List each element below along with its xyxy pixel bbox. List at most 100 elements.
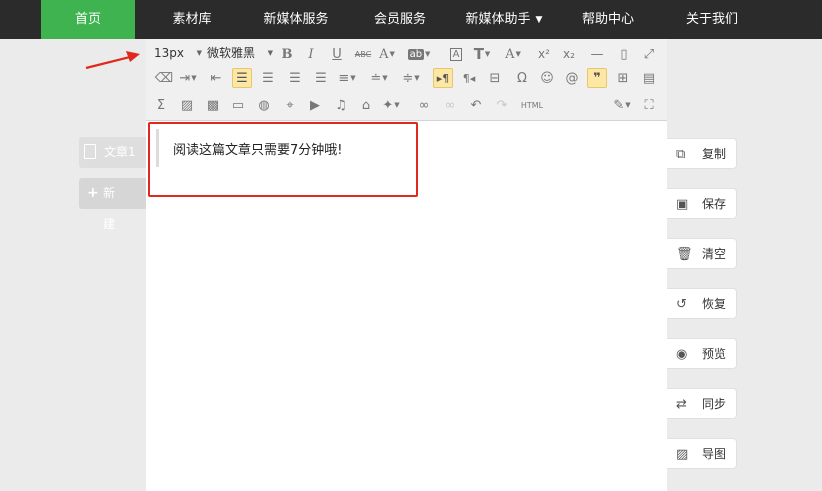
chevron-down-icon: ▼ [382, 74, 388, 82]
restore-button[interactable]: ↺ 恢复 [667, 288, 737, 319]
rtl-direction-icon[interactable]: ¶◂ [459, 68, 479, 88]
magic-wand-icon[interactable]: ✦ ▼ [381, 95, 401, 115]
eraser-icon[interactable]: ⌫ [154, 68, 174, 88]
font-size-value: 13px [154, 46, 184, 60]
chevron-down-icon: ▼ [515, 50, 521, 58]
paragraph-spacing-bottom-icon[interactable]: ≑ ▼ [401, 68, 421, 88]
preview-label: 预览 [702, 347, 727, 361]
italic-button[interactable]: I [301, 44, 321, 64]
document-icon [84, 144, 96, 159]
new-document-button[interactable]: + 新 建 [79, 178, 147, 231]
palette-icon[interactable]: ◍ [254, 95, 274, 115]
chevron-down-icon: ▼ [414, 74, 420, 82]
blockquote-icon[interactable]: ❞ [587, 68, 607, 88]
underline-button[interactable]: U [327, 44, 347, 64]
format-brush-icon[interactable]: ⌂ [356, 95, 376, 115]
nav-item-help[interactable]: 帮助中心 [572, 0, 644, 39]
nav-item-assistant[interactable]: 新媒体助手 ▼ [456, 0, 552, 39]
ltr-direction-icon[interactable]: ▸¶ [433, 68, 453, 88]
font-size-select[interactable]: 13px ▼ [154, 43, 202, 63]
font-family-select[interactable]: 微软雅黑 ▼ [207, 43, 273, 63]
sigma-icon[interactable]: Σ [151, 95, 171, 115]
export-image-label: 导图 [702, 447, 727, 461]
image-icon[interactable]: ▨ [177, 95, 197, 115]
indent-icon[interactable]: ⇥ ▼ [178, 68, 198, 88]
font-family-value: 微软雅黑 [207, 46, 256, 60]
letter-spacing-button[interactable]: A ▼ [503, 44, 523, 64]
highlight-annotation-box [148, 122, 418, 197]
save-button[interactable]: ▣ 保存 [667, 188, 737, 219]
word-import-icon[interactable]: ▤ [639, 68, 659, 88]
html-source-label: HTML [520, 100, 544, 110]
table-icon[interactable]: ⊞ [613, 68, 633, 88]
nav-item-membership[interactable]: 会员服务 [362, 0, 438, 39]
font-color-button[interactable]: A ▼ [377, 44, 397, 64]
text-style-button[interactable]: T ▼ [472, 44, 492, 64]
save-icon: ▣ [676, 197, 689, 212]
annotation-arrow-icon [85, 51, 140, 70]
copy-button[interactable]: ⧉ 复制 [667, 138, 737, 169]
superscript-button[interactable]: x² [534, 44, 554, 64]
omega-icon[interactable]: Ω [512, 68, 532, 88]
align-center-icon[interactable]: ☰ [258, 68, 278, 88]
edit-mode-icon[interactable]: ✎ ▼ [612, 95, 632, 115]
bold-button[interactable]: B [277, 44, 297, 64]
chevron-down-icon: ▼ [394, 101, 400, 109]
text-style-glyph: T [473, 45, 484, 63]
restore-label: 恢复 [702, 297, 727, 311]
document-tab-label: 文章1 [104, 145, 136, 159]
screenshot-icon[interactable]: ▭ [228, 95, 248, 115]
clear-button[interactable]: 🗑 清空 [667, 238, 737, 269]
font-border-button[interactable]: A [446, 44, 466, 64]
link-icon[interactable]: ∞ [414, 95, 434, 115]
fullscreen-icon[interactable]: ⤢ [639, 44, 659, 64]
align-left-icon[interactable]: ☰ [232, 68, 252, 88]
at-icon[interactable]: @ [562, 68, 582, 88]
sync-icon: ⇄ [676, 397, 687, 412]
nav-item-media-service[interactable]: 新媒体服务 [250, 0, 342, 39]
multi-image-icon[interactable]: ▩ [203, 95, 223, 115]
align-justify-icon[interactable]: ☰ [311, 68, 331, 88]
chevron-down-icon: ▼ [535, 15, 543, 25]
restore-icon: ↺ [676, 297, 687, 312]
chevron-down-icon: ▼ [484, 50, 491, 58]
nav-item-assistant-label: 新媒体助手 [465, 12, 531, 27]
editor-toolbar: 13px ▼ 微软雅黑 ▼ B I U ABC A ▼ ab ▼ A T ▼ A ▼ x² … [146, 39, 667, 121]
sync-label: 同步 [702, 397, 727, 411]
preview-button[interactable]: ◉ 预览 [667, 338, 737, 369]
redo-icon[interactable]: ↷ [492, 95, 512, 115]
strikethrough-button[interactable]: ABC [353, 44, 373, 64]
new-document-label: 新 建 [103, 186, 123, 231]
rich-text-editor: 13px ▼ 微软雅黑 ▼ B I U ABC A ▼ ab ▼ A T ▼ A ▼ x² … [146, 39, 667, 491]
plus-icon: + [87, 185, 99, 201]
document-tab[interactable]: 文章1 [79, 137, 147, 168]
select-all-icon[interactable]: ⛶ [639, 95, 659, 115]
image-icon: ▨ [676, 447, 689, 462]
video-icon[interactable]: ▶ [305, 95, 325, 115]
unlink-icon[interactable]: ∞ [440, 95, 460, 115]
nav-item-home[interactable]: 首页 [41, 0, 135, 39]
chevron-down-icon: ▼ [191, 74, 197, 82]
image-float-icon[interactable]: ⊟ [485, 68, 505, 88]
background-color-button[interactable]: ab ▼ [407, 44, 430, 64]
trash-icon: 🗑 [676, 247, 693, 262]
music-icon[interactable]: ♫ [331, 95, 351, 115]
paragraph-spacing-top-icon[interactable]: ≐ ▼ [369, 68, 389, 88]
nav-item-about[interactable]: 关于我们 [673, 0, 751, 39]
line-height-icon[interactable]: ≡ ▼ [337, 68, 357, 88]
horizontal-rule-button[interactable]: — [587, 44, 607, 64]
nav-item-library[interactable]: 素材库 [155, 0, 229, 39]
outdent-icon[interactable]: ⇤ [206, 68, 226, 88]
sync-button[interactable]: ⇄ 同步 [667, 388, 737, 419]
chevron-down-icon: ▼ [625, 101, 631, 109]
subscript-button[interactable]: x₂ [559, 44, 579, 64]
map-icon[interactable]: ⌖ [280, 95, 300, 115]
chevron-down-icon: ▼ [267, 49, 273, 57]
emoji-icon[interactable]: ☺ [537, 68, 557, 88]
export-image-button[interactable]: ▨ 导图 [667, 438, 737, 469]
align-right-icon[interactable]: ☰ [285, 68, 305, 88]
letter-spacing-glyph: A [505, 46, 515, 62]
page-break-icon[interactable]: ▯ [614, 44, 634, 64]
html-source-button[interactable]: HTML [518, 95, 546, 115]
undo-icon[interactable]: ↶ [466, 95, 486, 115]
